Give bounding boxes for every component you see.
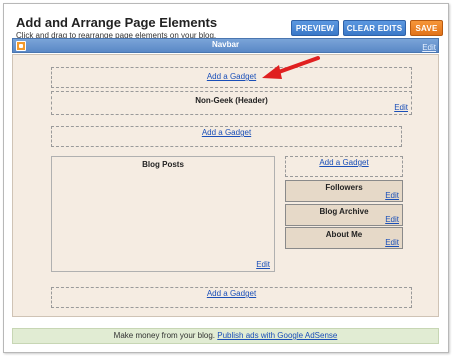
header-widget-edit-link[interactable]: Edit — [394, 103, 408, 112]
footer-text: Make money from your blog. — [113, 331, 216, 340]
add-gadget-link[interactable]: Add a Gadget — [52, 72, 411, 81]
navbar-label: Navbar — [211, 40, 240, 49]
widget-edit-link[interactable]: Edit — [385, 215, 399, 224]
sidebar-add-gadget-slot: Add a Gadget — [285, 156, 403, 177]
navbar-edit-link[interactable]: Edit — [422, 43, 436, 52]
preview-button[interactable]: PREVIEW — [291, 20, 339, 36]
layout-canvas: Add a Gadget Non-Geek (Header) Edit Add … — [12, 54, 439, 317]
save-button[interactable]: SAVE — [410, 20, 443, 36]
navbar-section: Navbar Edit — [12, 38, 439, 53]
blog-posts-edit-link[interactable]: Edit — [256, 260, 270, 269]
adsense-footer: Make money from your blog. Publish ads w… — [12, 328, 439, 344]
blog-posts-title: Blog Posts — [142, 160, 184, 169]
blog-posts-widget[interactable]: Blog Posts Edit — [51, 156, 275, 272]
add-gadget-link[interactable]: Add a Gadget — [52, 128, 401, 137]
adsense-link[interactable]: Publish ads with Google AdSense — [217, 331, 337, 340]
sidebar-widget-blog-archive[interactable]: Blog Archive Edit — [285, 204, 403, 226]
sidebar-widget-about-me[interactable]: About Me Edit — [285, 227, 403, 249]
red-arrow-icon — [262, 56, 320, 79]
crosscol-add-gadget-slot: Add a Gadget — [51, 126, 402, 147]
header-widget-title: Non-Geek (Header) — [195, 96, 268, 105]
page-title: Add and Arrange Page Elements — [16, 15, 218, 30]
widget-edit-link[interactable]: Edit — [385, 238, 399, 247]
clear-edits-button[interactable]: CLEAR EDITS — [343, 20, 406, 36]
footer-add-gadget-slot: Add a Gadget — [51, 287, 412, 308]
widget-edit-link[interactable]: Edit — [385, 191, 399, 200]
add-gadget-link[interactable]: Add a Gadget — [52, 289, 411, 298]
sidebar-widget-followers[interactable]: Followers Edit — [285, 180, 403, 202]
add-gadget-link[interactable]: Add a Gadget — [286, 158, 402, 167]
header-add-gadget-slot: Add a Gadget — [51, 67, 412, 88]
header-widget[interactable]: Non-Geek (Header) Edit — [51, 91, 412, 115]
